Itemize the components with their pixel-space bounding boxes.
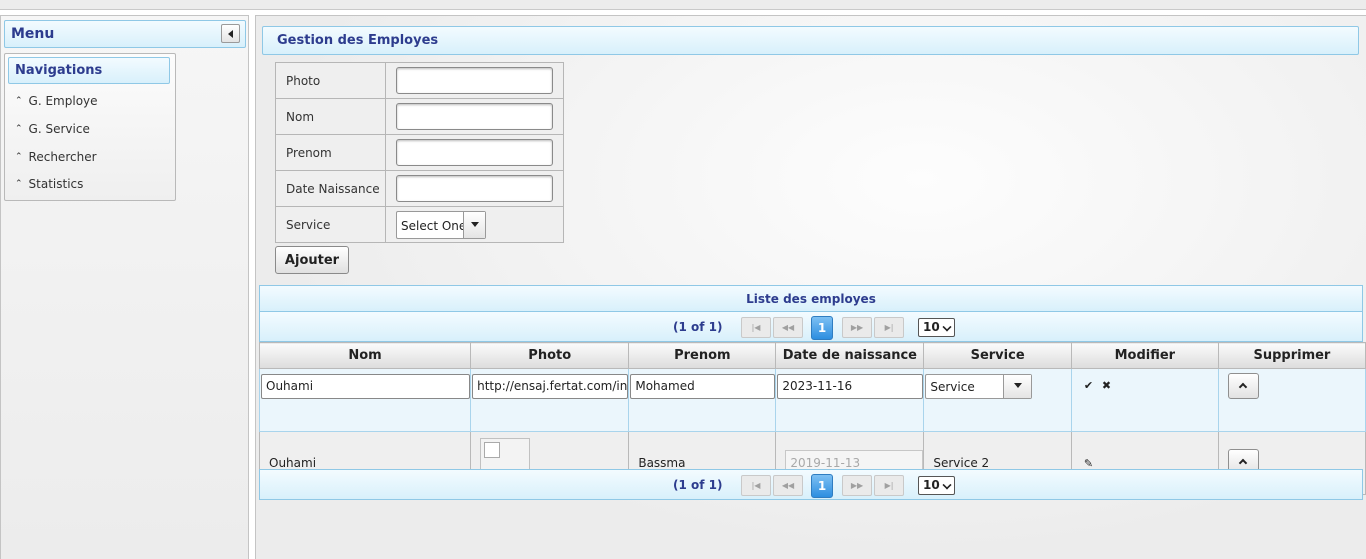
menu-header: Menu xyxy=(4,20,246,48)
page-info: (1 of 1) xyxy=(673,478,723,492)
prev-page-button[interactable]: ◀◀ xyxy=(773,317,803,338)
caret-up-icon: ⌃ xyxy=(15,152,23,162)
chevron-down-icon xyxy=(1014,383,1023,388)
chevron-down-icon xyxy=(942,322,952,332)
page-1-button[interactable]: 1 xyxy=(811,316,833,340)
navigation-menu: Navigations ⌃ G. Employe ⌃ G. Service ⌃ … xyxy=(4,53,176,201)
employee-form: Photo Nom Prenom Date Naissance Service … xyxy=(275,62,564,243)
prenom-label: Prenom xyxy=(275,134,386,171)
row-photo-input[interactable]: http://ensaj.fertat.com/in xyxy=(472,374,629,399)
chevron-left-icon xyxy=(228,30,233,38)
paginator-bottom: (1 of 1) |◀ ◀◀ 1 ▶▶ ▶| 10 xyxy=(259,469,1363,500)
row-prenom-input[interactable]: Mohamed xyxy=(630,374,776,399)
row-service-value: Service xyxy=(930,380,975,394)
delete-button[interactable] xyxy=(1227,373,1259,399)
column-header[interactable]: Nom xyxy=(258,342,472,369)
chevron-down-icon xyxy=(942,480,952,490)
ajouter-button-label: Ajouter xyxy=(284,253,340,268)
nav-item-employe[interactable]: ⌃ G. Employe xyxy=(15,91,98,111)
nav-item-rechercher[interactable]: ⌃ Rechercher xyxy=(15,147,97,167)
table-caption: Liste des employes xyxy=(259,285,1363,311)
service-select[interactable]: Select One xyxy=(396,210,486,239)
form-title: Gestion des Employes xyxy=(277,33,439,48)
photo-label: Photo xyxy=(275,62,386,99)
rows-per-page-select[interactable]: 10 xyxy=(918,476,955,495)
top-bar xyxy=(0,0,1366,10)
chevron-up-icon xyxy=(1238,382,1248,392)
prev-page-button[interactable]: ◀◀ xyxy=(773,475,803,496)
menu-title: Menu xyxy=(11,26,55,42)
column-header[interactable]: Prenom xyxy=(628,342,777,369)
last-page-button[interactable]: ▶| xyxy=(874,317,904,338)
nav-item-label: G. Employe xyxy=(28,94,98,108)
row-service-select[interactable]: Service xyxy=(925,374,1033,399)
nav-item-label: G. Service xyxy=(28,122,90,136)
nav-item-service[interactable]: ⌃ G. Service xyxy=(15,119,90,139)
navigation-title-label: Navigations xyxy=(15,63,103,78)
service-label: Service xyxy=(275,206,386,243)
table-row: Ouhami http://ensaj.fertat.com/in Mohame… xyxy=(258,368,1366,432)
nom-label: Nom xyxy=(275,98,386,135)
row-date-input[interactable]: 2023-11-16 xyxy=(777,374,924,399)
caret-up-icon: ⌃ xyxy=(15,179,23,189)
page-1-button[interactable]: 1 xyxy=(811,474,833,498)
last-page-button[interactable]: ▶| xyxy=(874,475,904,496)
paginator-top: (1 of 1) |◀ ◀◀ 1 ▶▶ ▶| 10 xyxy=(259,311,1363,342)
column-header[interactable]: Date de naissance xyxy=(775,342,925,369)
column-header[interactable]: Supprimer xyxy=(1217,342,1366,369)
next-page-button[interactable]: ▶▶ xyxy=(842,317,872,338)
caret-up-icon: ⌃ xyxy=(15,124,23,134)
rows-per-page-value: 10 xyxy=(923,320,940,334)
nav-item-statistics[interactable]: ⌃ Statistics xyxy=(15,174,83,194)
next-page-button[interactable]: ▶▶ xyxy=(842,475,872,496)
column-header[interactable]: Modifier xyxy=(1070,342,1219,369)
column-header[interactable]: Photo xyxy=(470,342,630,369)
column-header[interactable]: Service xyxy=(923,342,1072,369)
collapse-panel-button[interactable] xyxy=(221,24,240,43)
first-page-button[interactable]: |◀ xyxy=(741,317,771,338)
first-page-button[interactable]: |◀ xyxy=(741,475,771,496)
close-icon[interactable]: ✖ xyxy=(1102,379,1111,392)
prenom-input[interactable] xyxy=(396,139,553,166)
ajouter-button[interactable]: Ajouter xyxy=(275,246,349,274)
service-select-value: Select One xyxy=(401,218,467,233)
check-icon[interactable]: ✔ xyxy=(1084,379,1093,392)
dropdown-button[interactable] xyxy=(463,211,485,238)
left-panel: Menu Navigations ⌃ G. Employe ⌃ G. Servi… xyxy=(0,15,249,559)
date-naissance-label: Date Naissance xyxy=(275,170,386,207)
nav-item-label: Rechercher xyxy=(28,150,97,164)
form-header: Gestion des Employes xyxy=(262,26,1359,55)
caret-up-icon: ⌃ xyxy=(15,96,23,106)
rows-per-page-select[interactable]: 10 xyxy=(918,318,955,337)
nav-item-label: Statistics xyxy=(28,177,84,191)
nom-input[interactable] xyxy=(396,103,553,130)
row-nom-input[interactable]: Ouhami xyxy=(261,374,471,399)
chevron-up-icon xyxy=(1238,458,1248,467)
photo-input[interactable] xyxy=(396,67,553,94)
page-info: (1 of 1) xyxy=(673,320,723,334)
rows-per-page-value: 10 xyxy=(923,478,940,492)
chevron-down-icon xyxy=(471,221,479,227)
broken-image-icon xyxy=(484,442,501,458)
date-naissance-input[interactable] xyxy=(396,175,553,202)
dropdown-button[interactable] xyxy=(1003,375,1032,398)
main-panel: Gestion des Employes Photo Nom Prenom Da… xyxy=(255,15,1366,559)
navigation-title: Navigations xyxy=(8,57,170,84)
table-caption-label: Liste des employes xyxy=(746,292,876,306)
